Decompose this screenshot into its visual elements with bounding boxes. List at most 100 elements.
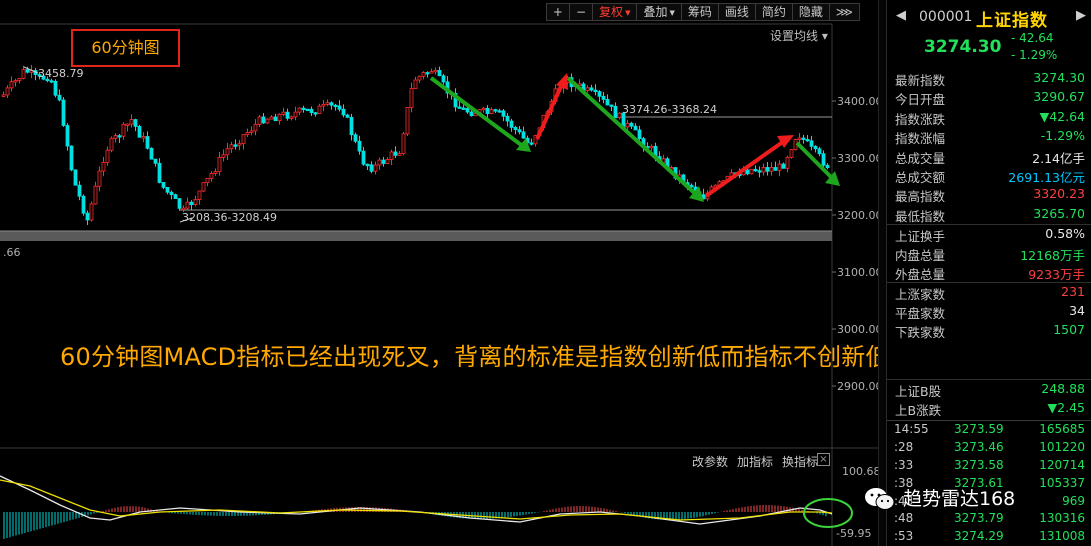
candle-body xyxy=(393,151,398,156)
quote-row: 内盘总量 12168万手 xyxy=(887,244,1091,263)
candle-body xyxy=(241,134,246,145)
candle-body xyxy=(105,149,110,163)
candle-body xyxy=(221,154,226,158)
overlay-button[interactable]: 叠加 ▼ xyxy=(636,3,682,21)
quote-value: 12168万手 xyxy=(1020,247,1085,263)
candle-body xyxy=(461,107,466,110)
candle-body xyxy=(649,145,654,149)
chevron-down-icon: ▼ xyxy=(625,8,631,17)
quote-row: 总成交量 2.14亿手 xyxy=(887,147,1091,166)
draw-line-button[interactable]: 画线 xyxy=(717,3,756,21)
zoom-in-button[interactable]: + xyxy=(545,3,570,21)
candle-body xyxy=(777,163,782,171)
candle-body xyxy=(157,162,162,183)
quote-label: 外盘总量 xyxy=(895,266,946,282)
candle-body xyxy=(93,185,98,205)
green-arrow-1 xyxy=(429,76,530,152)
candle-body xyxy=(197,190,202,200)
tick-row: :28 3273.46 101220 xyxy=(887,439,1091,457)
candle-body xyxy=(497,110,502,113)
next-symbol-icon[interactable]: ▶ xyxy=(1076,8,1086,23)
price-axis-label: 3300.00 xyxy=(837,152,883,165)
overlay-label: 叠加 xyxy=(643,5,668,19)
zoom-out-button[interactable]: − xyxy=(568,3,594,21)
quote-value: 34 xyxy=(1069,302,1085,318)
candle-body xyxy=(97,170,102,187)
quote-value: 3320.23 xyxy=(1033,186,1085,202)
tick-time: :33 xyxy=(894,457,914,472)
chips-button[interactable]: 筹码 xyxy=(680,3,719,21)
candle-body xyxy=(765,167,770,172)
candle-body xyxy=(317,105,322,114)
price-axis-label: 3000.00 xyxy=(837,323,883,336)
price-change-block: - 42.64 - 1.29% xyxy=(1011,30,1057,64)
candle-body xyxy=(753,168,758,172)
candle-body xyxy=(521,131,526,139)
candle-body xyxy=(365,163,370,167)
candle-body xyxy=(345,114,350,118)
candle-body xyxy=(605,99,610,106)
candle-body xyxy=(277,113,282,122)
annotation-text: 60分钟图MACD指标已经出现死叉，背离的标准是指数创新低而指标不创新低 xyxy=(60,343,890,371)
candle-body xyxy=(589,87,594,91)
side-scrollbar[interactable] xyxy=(878,0,886,546)
tick-list: 14:55 3273.59 165685:28 3273.46 101220:33 327… xyxy=(887,420,1091,546)
candle-body xyxy=(397,153,402,156)
expand-icon[interactable]: ⋙ xyxy=(828,3,860,21)
add-indicator-button[interactable]: 加指标 xyxy=(737,453,773,470)
candle-body xyxy=(329,102,334,106)
green-arrow-2 xyxy=(566,76,702,200)
tick-price: 3274.29 xyxy=(954,529,1004,544)
candle-body xyxy=(425,72,430,75)
quote-value: 3265.70 xyxy=(1033,205,1085,221)
quote-value: 231 xyxy=(1061,284,1085,300)
candle-body xyxy=(281,111,286,115)
tick-price: 3273.46 xyxy=(954,439,1004,454)
fuquan-button[interactable]: 复权 ▼ xyxy=(592,3,638,21)
candle-body xyxy=(133,119,138,127)
candle-body xyxy=(89,203,94,221)
candle-body xyxy=(749,168,754,175)
quote-label: 下跌家数 xyxy=(895,325,946,341)
title-box: 60分钟图 xyxy=(71,29,180,67)
candle-body xyxy=(637,129,642,140)
candle-body xyxy=(421,72,426,77)
prev-symbol-icon[interactable]: ◀ xyxy=(896,8,906,23)
quote-label: 总成交量 xyxy=(895,150,946,166)
symbol-name: 上证指数 xyxy=(976,11,1048,31)
candle-body xyxy=(25,69,30,73)
candle-body xyxy=(457,106,462,109)
candle-body xyxy=(789,149,794,158)
candle-body xyxy=(153,158,158,164)
fuquan-label: 复权 xyxy=(599,5,624,19)
dea-line xyxy=(0,479,833,521)
candle-body xyxy=(613,105,618,119)
candle-body xyxy=(385,159,390,164)
quote-row: 上证换手 0.58% xyxy=(887,224,1091,244)
quote-value: ▼2.45 xyxy=(1047,399,1085,415)
candle-body xyxy=(597,91,602,97)
candle-body xyxy=(149,147,154,160)
chart-area[interactable]: 3400.00 3300.00 3200.00 3100.00 3000.00 2900.… xyxy=(0,0,889,546)
candle-body xyxy=(297,107,302,113)
quote-label: 上涨家数 xyxy=(895,287,946,303)
candle-body xyxy=(465,107,470,113)
switch-indicator-button[interactable]: 换指标 xyxy=(782,453,818,470)
quote-row: 最低指数 3265.70 xyxy=(887,205,1091,224)
quote-rows: 最新指数 3274.30 今日开盘 3290.67 指数涨跌 ▼42.64 指数涨幅 -1.2… xyxy=(887,69,1091,418)
tick-time: :48 xyxy=(894,511,914,526)
hide-button[interactable]: 隐藏 xyxy=(791,3,830,21)
candle-body xyxy=(601,95,606,100)
close-icon[interactable]: × xyxy=(817,453,830,466)
ma-settings-link[interactable]: 设置均线 ▾ xyxy=(770,27,828,44)
candle-body xyxy=(617,112,622,119)
candle-body xyxy=(73,169,78,186)
macd-controls: 改参数 加指标 换指标 xyxy=(692,453,827,470)
candle-body xyxy=(501,110,506,117)
change-params-button[interactable]: 改参数 xyxy=(692,453,728,470)
tick-vol: 969 xyxy=(1062,493,1085,508)
quote-value: 1507 xyxy=(1053,322,1085,338)
simple-button[interactable]: 简约 xyxy=(754,3,793,21)
candle-body xyxy=(609,104,614,107)
candle-body xyxy=(125,123,130,126)
